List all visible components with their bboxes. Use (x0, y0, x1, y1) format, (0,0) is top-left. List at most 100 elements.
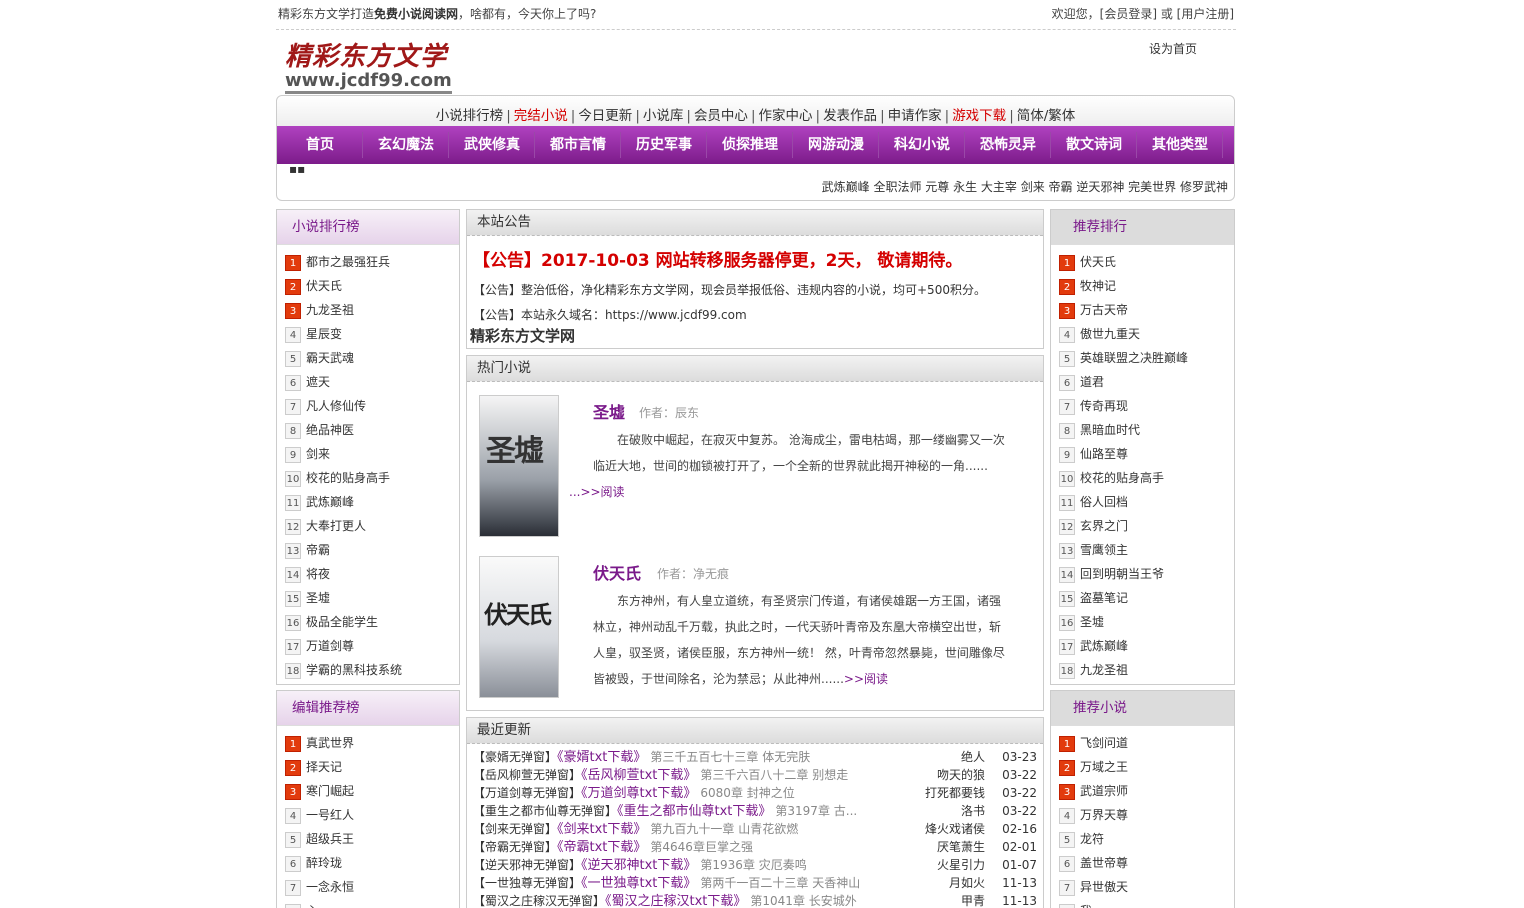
rank-book-link[interactable]: 武炼巅峰 (306, 495, 354, 509)
rank-item[interactable]: 11 俗人回档 (1059, 493, 1234, 517)
update-chapter-link[interactable]: 6080章 封神之位 (700, 786, 794, 800)
rank-item[interactable]: 8我 (1059, 902, 1234, 908)
rank-item[interactable]: 3 武道宗师 (1059, 782, 1234, 806)
rank-item[interactable]: 12 大奉打更人 (285, 517, 459, 541)
subnav-link[interactable]: 简体/繁体 (1017, 108, 1076, 124)
set-home-link[interactable]: 设为首页 (1149, 40, 1197, 57)
nav-tab[interactable]: 都市言情 (535, 126, 621, 164)
subnav-link[interactable]: 游戏下载 (952, 108, 1006, 124)
nav-tab[interactable]: 科幻小说 (879, 126, 965, 164)
rank-item[interactable]: 3 寒门崛起 (285, 782, 459, 806)
hot-keywords[interactable]: 武炼巅峰 全职法师 元尊 永生 大主宰 剑来 帝霸 逆天邪神 完美世界 修罗武神 (822, 178, 1228, 195)
rank-book-link[interactable]: 真武世界 (306, 736, 354, 750)
update-tag[interactable]: 【岳风柳萱无弹窗】 (473, 768, 581, 782)
rank-item[interactable]: 1 都市之最强狂兵 (285, 253, 459, 277)
rank-item[interactable]: 3 万古天帝 (1059, 301, 1234, 325)
rank-book-link[interactable]: 仙路至尊 (1080, 447, 1128, 461)
rank-book-link[interactable]: 霸天武魂 (306, 351, 354, 365)
update-tag[interactable]: 【万道剑尊无弹窗】 (473, 786, 581, 800)
update-chapter-link[interactable]: 第1041章 长安城外 (750, 894, 856, 908)
rank-item[interactable]: 5 霸天武魂 (285, 349, 459, 373)
rank-item[interactable]: 11 武炼巅峰 (285, 493, 459, 517)
rank-book-link[interactable]: 盗墓笔记 (1080, 591, 1128, 605)
rank-item[interactable]: 17 武炼巅峰 (1059, 637, 1234, 661)
rank-item[interactable]: 1 真武世界 (285, 734, 459, 758)
update-chapter-link[interactable]: 第4646章巨掌之强 (650, 840, 753, 854)
book-title[interactable]: 圣墟 (593, 399, 625, 423)
rank-book-link[interactable]: 心 (306, 904, 318, 908)
rank-item[interactable]: 10 校花的贴身高手 (285, 469, 459, 493)
rank-item[interactable]: 6 遮天 (285, 373, 459, 397)
rank-book-link[interactable]: 传奇再现 (1080, 399, 1128, 413)
update-book-link[interactable]: 《重生之都市仙尊txt下载》 (617, 804, 771, 819)
rank-item[interactable]: 3 九龙圣祖 (285, 301, 459, 325)
nav-tab[interactable]: 武侠修真 (449, 126, 535, 164)
rank-item[interactable]: 2 万域之王 (1059, 758, 1234, 782)
book-cover[interactable]: 圣墟 (479, 395, 559, 537)
rank-book-link[interactable]: 极品全能学生 (306, 615, 378, 629)
read-more-link[interactable]: >>阅读 (844, 672, 888, 686)
rank-book-link[interactable]: 校花的贴身高手 (1080, 471, 1164, 485)
update-tag[interactable]: 【剑来无弹窗】 (473, 822, 557, 836)
rank-item[interactable]: 8心 (285, 902, 459, 908)
subnav-link[interactable]: 发表作品 (823, 108, 877, 124)
update-tag[interactable]: 【蜀汉之庄稼汉无弹窗】 (473, 894, 605, 908)
rank-item[interactable]: 4 傲世九重天 (1059, 325, 1234, 349)
nav-tab[interactable]: 首页 (277, 126, 363, 164)
update-book-link[interactable]: 《万道剑尊txt下载》 (581, 786, 696, 801)
rank-book-link[interactable]: 黑暗血时代 (1080, 423, 1140, 437)
subnav-link[interactable]: 今日更新 (578, 108, 632, 124)
update-book-link[interactable]: 《一世独尊txt下载》 (581, 876, 696, 891)
rank-book-link[interactable]: 回到明朝当王爷 (1080, 567, 1164, 581)
update-chapter-link[interactable]: 第3197章 古... (775, 804, 857, 818)
subnav-link[interactable]: 完结小说 (514, 108, 568, 124)
rank-item[interactable]: 8 绝品神医 (285, 421, 459, 445)
rank-book-link[interactable]: 九龙圣祖 (1080, 663, 1128, 677)
rank-book-link[interactable]: 万界天尊 (1080, 808, 1128, 822)
rank-book-link[interactable]: 俗人回档 (1080, 495, 1128, 509)
rank-item[interactable]: 16 极品全能学生 (285, 613, 459, 637)
rank-item[interactable]: 1 伏天氏 (1059, 253, 1234, 277)
rank-item[interactable]: 2 牧神记 (1059, 277, 1234, 301)
rank-book-link[interactable]: 星辰变 (306, 327, 342, 341)
update-chapter-link[interactable]: 第三千六百八十二章 别想走 (700, 768, 848, 782)
rank-book-link[interactable]: 英雄联盟之决胜巅峰 (1080, 351, 1188, 365)
nav-tab[interactable]: 历史军事 (621, 126, 707, 164)
rank-book-link[interactable]: 绝品神医 (306, 423, 354, 437)
rank-item[interactable]: 13 帝霸 (285, 541, 459, 565)
rank-book-link[interactable]: 一念永恒 (306, 880, 354, 894)
rank-item[interactable]: 18 学霸的黑科技系统 (285, 661, 459, 685)
update-book-link[interactable]: 《豪婿txt下载》 (557, 750, 646, 765)
rank-book-link[interactable]: 剑来 (306, 447, 330, 461)
rank-book-link[interactable]: 玄界之门 (1080, 519, 1128, 533)
rank-item[interactable]: 6 醉玲珑 (285, 854, 459, 878)
update-tag[interactable]: 【逆天邪神无弹窗】 (473, 858, 581, 872)
rank-item[interactable]: 14 回到明朝当王爷 (1059, 565, 1234, 589)
nav-tab[interactable]: 恐怖灵异 (965, 126, 1051, 164)
subnav-link[interactable]: 作家中心 (759, 108, 813, 124)
rank-book-link[interactable]: 学霸的黑科技系统 (306, 663, 402, 677)
nav-tab[interactable]: 其他类型 (1137, 126, 1223, 164)
rank-item[interactable]: 15 盗墓笔记 (1059, 589, 1234, 613)
update-chapter-link[interactable]: 第1936章 灾厄奏鸣 (700, 858, 806, 872)
rank-item[interactable]: 9 剑来 (285, 445, 459, 469)
nav-tab[interactable]: 玄幻魔法 (363, 126, 449, 164)
rank-book-link[interactable]: 一号红人 (306, 808, 354, 822)
rank-item[interactable]: 8 黑暗血时代 (1059, 421, 1234, 445)
subnav-link[interactable]: 申请作家 (888, 108, 942, 124)
rank-item[interactable]: 4 星辰变 (285, 325, 459, 349)
update-book-link[interactable]: 《岳风柳萱txt下载》 (581, 768, 696, 783)
rank-item[interactable]: 5 超级兵王 (285, 830, 459, 854)
rank-book-link[interactable]: 校花的贴身高手 (306, 471, 390, 485)
rank-book-link[interactable]: 我 (1080, 904, 1092, 908)
rank-book-link[interactable]: 都市之最强狂兵 (306, 255, 390, 269)
subnav-link[interactable]: 会员中心 (694, 108, 748, 124)
rank-item[interactable]: 7 一念永恒 (285, 878, 459, 902)
rank-book-link[interactable]: 万域之王 (1080, 760, 1128, 774)
update-tag[interactable]: 【帝霸无弹窗】 (473, 840, 557, 854)
rank-item[interactable]: 15 圣墟 (285, 589, 459, 613)
rank-book-link[interactable]: 圣墟 (306, 591, 330, 605)
rank-book-link[interactable]: 武道宗师 (1080, 784, 1128, 798)
rank-book-link[interactable]: 圣墟 (1080, 615, 1104, 629)
rank-book-link[interactable]: 寒门崛起 (306, 784, 354, 798)
